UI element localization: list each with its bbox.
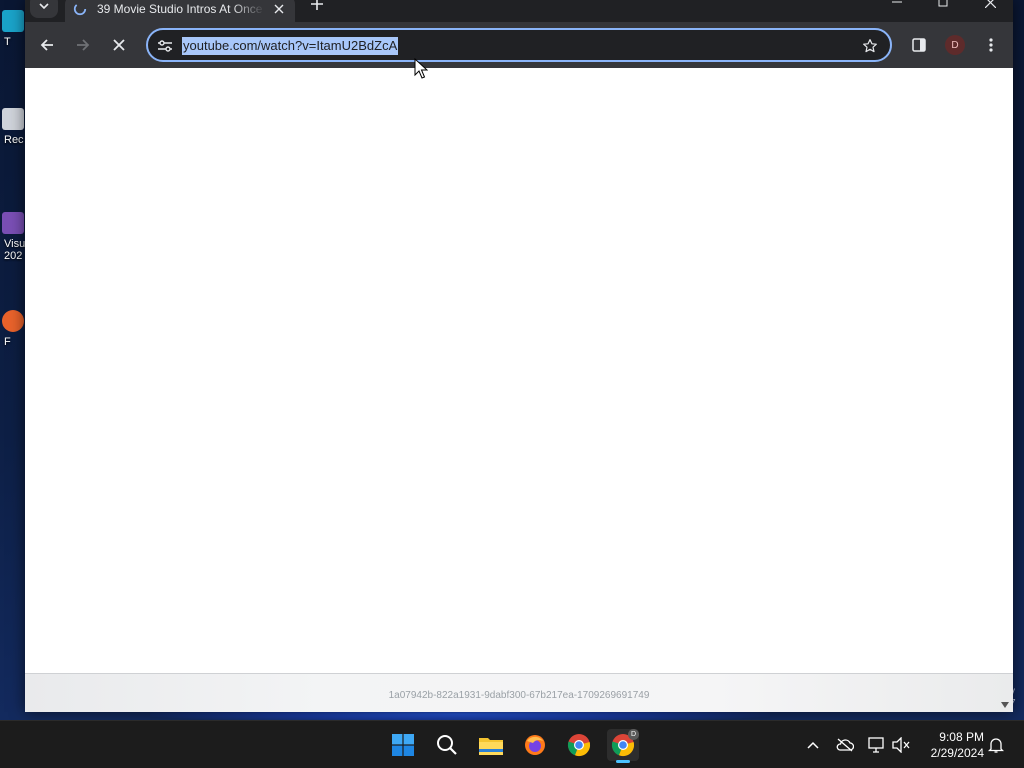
scroll-down-icon[interactable]	[1001, 702, 1009, 708]
profile-badge: D	[628, 729, 639, 740]
bookmark-button[interactable]	[860, 36, 880, 56]
forward-button[interactable]	[69, 31, 97, 59]
page-content-blank	[25, 68, 1013, 673]
star-icon	[863, 39, 877, 53]
desktop-shortcut-label: T	[4, 36, 11, 48]
chevron-down-icon	[39, 3, 49, 9]
app-icon	[2, 10, 24, 32]
desktop-shortcut-firefox[interactable]: F	[0, 310, 26, 348]
tab-title: 39 Movie Studio Intros At Once	[97, 2, 263, 16]
windows-logo-icon	[392, 734, 414, 756]
stop-icon	[113, 39, 125, 51]
file-explorer-button[interactable]	[475, 729, 507, 761]
close-icon	[274, 4, 284, 14]
visual-studio-icon	[2, 212, 24, 234]
browser-toolbar: youtube.com/watch?v=ItamU2BdZcA D	[25, 22, 1013, 68]
chrome-icon	[567, 734, 591, 757]
side-panel-icon	[912, 38, 926, 52]
desktop-shortcut-visual-studio[interactable]: Visu 202	[0, 212, 26, 262]
search-icon	[437, 735, 457, 755]
volume-muted-icon	[892, 737, 910, 753]
bell-icon	[988, 738, 1004, 753]
volume-button[interactable]	[891, 735, 911, 755]
more-vertical-icon	[989, 38, 993, 52]
network-button[interactable]	[867, 735, 887, 755]
onedrive-button[interactable]	[835, 735, 855, 755]
folder-icon	[479, 738, 503, 755]
browser-window: 39 Movie Studio Intros At Once youtube.c…	[25, 0, 1013, 712]
arrow-left-icon	[40, 39, 53, 51]
tab-close-button[interactable]	[271, 1, 287, 17]
desktop-shortcut-label: Visu	[4, 238, 26, 250]
clock-date: 2/29/2024	[930, 746, 984, 760]
desktop-shortcut-recycle-bin[interactable]: Rec	[0, 108, 26, 146]
search-button[interactable]	[431, 729, 463, 761]
arrow-right-icon	[77, 39, 90, 51]
tab-strip: 39 Movie Studio Intros At Once	[25, 0, 1013, 22]
show-hidden-icons-button[interactable]	[803, 735, 823, 755]
tab-search-button[interactable]	[30, 0, 58, 18]
mouse-cursor-icon	[414, 58, 428, 79]
firefox-icon	[525, 735, 545, 755]
network-icon	[868, 737, 884, 753]
profile-avatar[interactable]: D	[945, 35, 965, 55]
chrome-button[interactable]	[563, 729, 595, 761]
close-icon	[984, 0, 996, 8]
stop-loading-button[interactable]	[105, 31, 133, 59]
site-info-button[interactable]	[156, 37, 174, 55]
tab-active[interactable]: 39 Movie Studio Intros At Once	[65, 0, 295, 22]
side-panel-button[interactable]	[905, 31, 933, 59]
back-button[interactable]	[33, 31, 61, 59]
browser-menu-button[interactable]	[977, 31, 1005, 59]
download-status-bar: 1a07942b-822a1931-9dabf300-67b217ea-1709…	[25, 673, 1013, 712]
plus-icon	[311, 0, 323, 10]
address-bar[interactable]: youtube.com/watch?v=ItamU2BdZcA	[146, 28, 892, 62]
active-app-indicator	[616, 760, 630, 763]
cloud-offline-icon	[836, 738, 854, 752]
address-bar-url[interactable]: youtube.com/watch?v=ItamU2BdZcA	[182, 37, 399, 55]
notifications-button[interactable]	[986, 735, 1006, 755]
close-window-button[interactable]	[970, 0, 1010, 12]
firefox-button[interactable]	[519, 729, 551, 761]
tune-icon	[158, 40, 172, 52]
restore-icon	[938, 0, 948, 7]
new-tab-button[interactable]	[307, 0, 327, 14]
desktop-shortcut-1[interactable]: T	[0, 10, 26, 48]
recycle-bin-icon	[2, 108, 24, 130]
taskbar-clock[interactable]: 9:08 PM 2/29/2024	[918, 729, 984, 761]
start-button[interactable]	[387, 729, 419, 761]
desktop-shortcut-label-line2: 202	[4, 250, 23, 262]
download-filename-text: 1a07942b-822a1931-9dabf300-67b217ea-1709…	[388, 690, 650, 701]
minimize-icon	[892, 1, 902, 3]
loading-favicon-icon	[73, 2, 87, 16]
taskbar: D 9:08 PM 2/29/2024	[0, 720, 1024, 768]
firefox-icon	[2, 310, 24, 332]
minimize-button[interactable]	[877, 0, 917, 12]
clock-time: 9:08 PM	[939, 730, 984, 744]
chevron-up-icon	[807, 741, 819, 749]
desktop-shortcut-label: Rec	[4, 134, 24, 146]
maximize-button[interactable]	[923, 0, 963, 12]
chrome-profile-button[interactable]: D	[607, 729, 639, 763]
desktop-shortcut-label: F	[4, 336, 11, 348]
